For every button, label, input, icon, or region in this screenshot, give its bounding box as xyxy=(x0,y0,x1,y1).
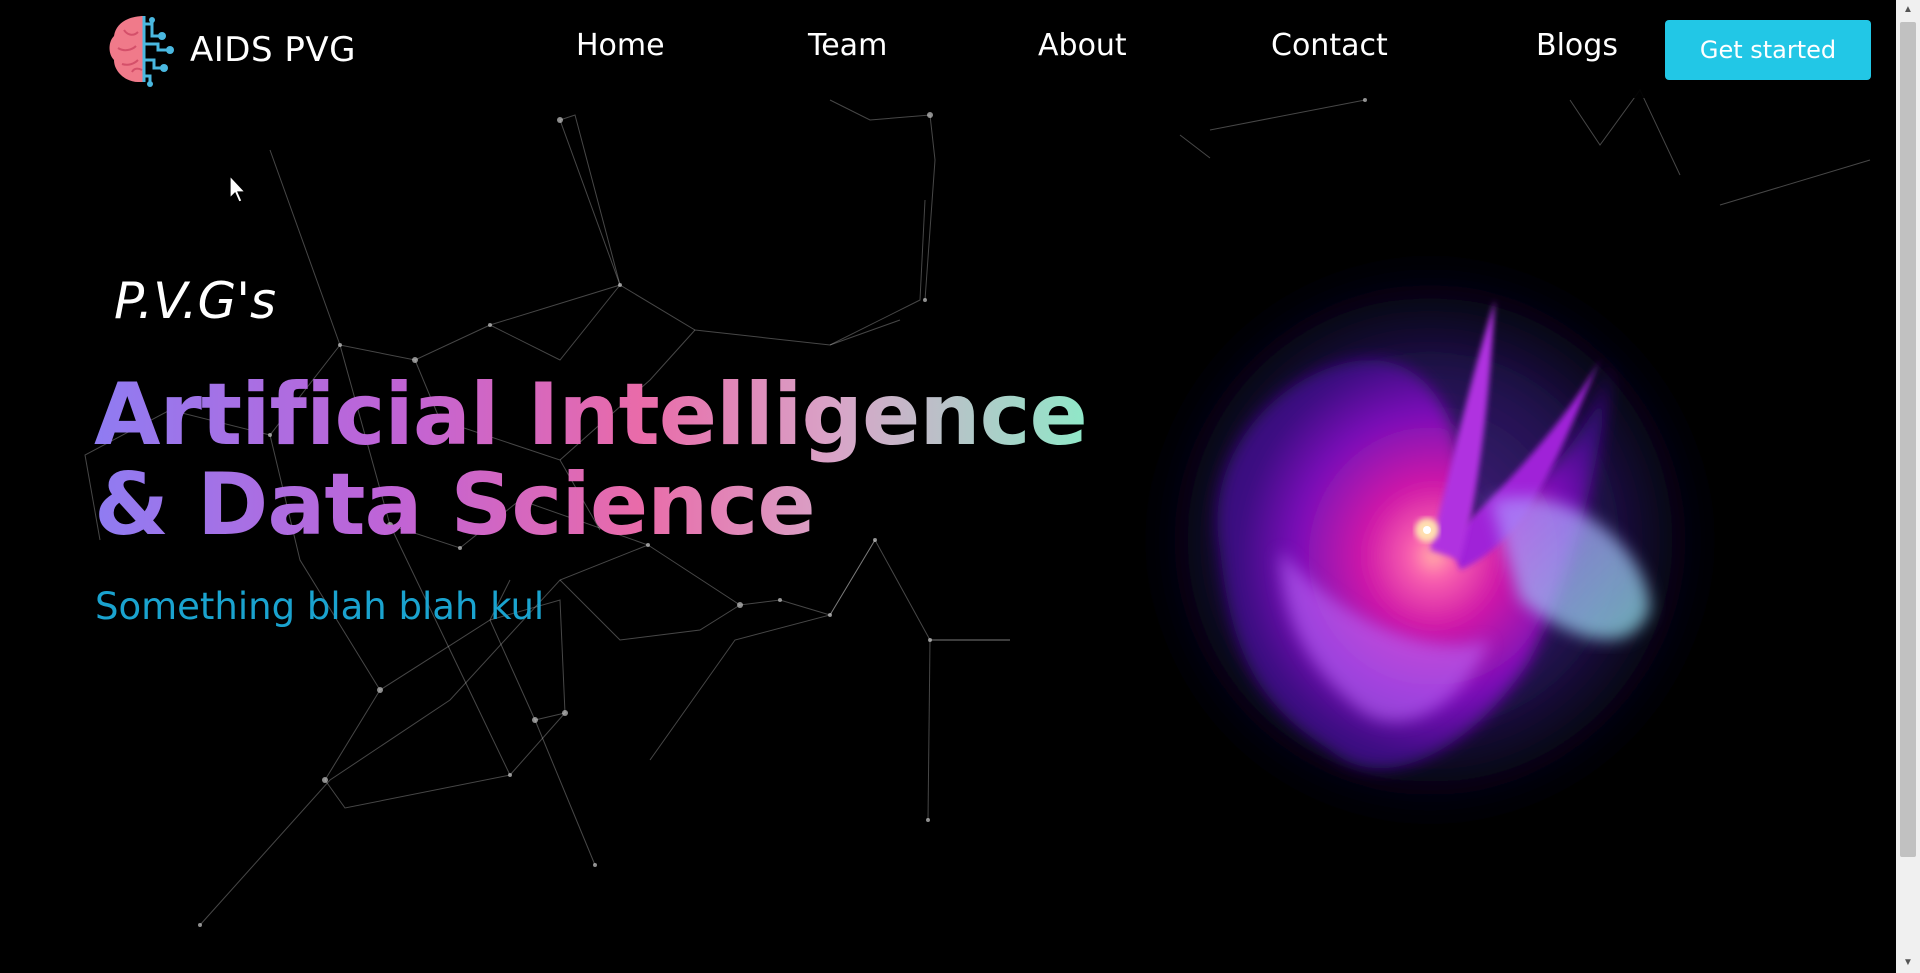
abstract-orb-graphic xyxy=(1140,250,1720,830)
nav-blogs-link[interactable]: Blogs xyxy=(1536,28,1618,63)
nav-about-link[interactable]: About xyxy=(1038,28,1127,63)
hero-pre-title: P.V.G's xyxy=(114,272,277,330)
scroll-up-arrow-icon[interactable]: ▲ xyxy=(1896,0,1920,20)
hero-title-line-2: & Data Science xyxy=(94,455,815,555)
mouse-pointer-icon xyxy=(229,175,247,203)
hero-tagline: Something blah blah kul xyxy=(95,585,545,628)
scrollbar-thumb[interactable] xyxy=(1900,22,1916,857)
hero-title-line-1: Artificial Intelligence xyxy=(94,365,1087,465)
nav-home-link[interactable]: Home xyxy=(576,28,665,63)
top-navbar: AIDS PVG Home Team About Contact Blogs G… xyxy=(0,0,1896,98)
brain-circuit-icon xyxy=(109,16,174,87)
page-viewport: AIDS PVG Home Team About Contact Blogs G… xyxy=(0,0,1896,973)
get-started-button[interactable]: Get started xyxy=(1665,20,1871,80)
scroll-down-arrow-icon[interactable]: ▼ xyxy=(1896,953,1920,973)
hero-title: Artificial Intelligence & Data Science xyxy=(94,370,1087,550)
nav-contact-link[interactable]: Contact xyxy=(1271,28,1388,63)
nav-team-link[interactable]: Team xyxy=(808,28,887,63)
brand-name: AIDS PVG xyxy=(190,30,356,70)
vertical-scrollbar[interactable]: ▲ ▼ xyxy=(1896,0,1920,973)
brand-home-link[interactable]: AIDS PVG xyxy=(104,10,356,90)
